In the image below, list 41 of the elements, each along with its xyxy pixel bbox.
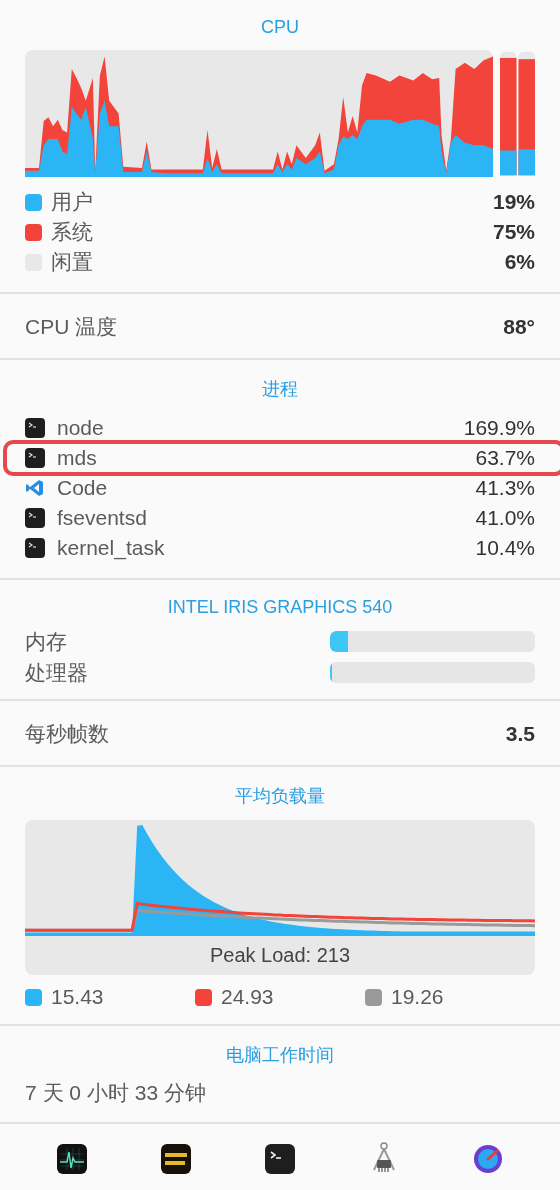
legend-label: 用户 [51, 189, 93, 215]
load-value: 24.93 [221, 985, 274, 1009]
process-name: kernel_task [57, 536, 165, 560]
legend-label: 系统 [51, 219, 93, 245]
process-cpu-value: 169.9% [463, 416, 535, 440]
process-name: Code [57, 476, 108, 500]
fps-label: 每秒帧数 [25, 721, 109, 747]
console-icon[interactable] [161, 1144, 191, 1174]
legend-value: 6% [504, 250, 535, 274]
section-title: 平均负载量 [234, 785, 326, 808]
code-editor-icon [25, 478, 45, 498]
process-name: mds [57, 446, 97, 470]
legend-value: 75% [492, 220, 535, 244]
process-cpu-value: 41.3% [475, 476, 535, 500]
terminal-icon [25, 508, 45, 528]
uptime-value: 7 天 0 小时 33 分钟 [25, 1080, 207, 1106]
terminal-icon[interactable] [265, 1144, 295, 1174]
terminal-icon [25, 538, 45, 558]
section-title: 进程 [261, 378, 299, 401]
legend-value: 19% [492, 190, 535, 214]
load-value: 15.43 [51, 985, 104, 1009]
process-name: fseventsd [57, 506, 147, 530]
load-value: 19.26 [391, 985, 444, 1009]
section-title: INTEL IRIS GRAPHICS 540 [166, 597, 394, 618]
section-title: 电脑工作时间 [225, 1044, 335, 1067]
temperature-label: CPU 温度 [25, 314, 118, 340]
temperature-value: 88° [503, 315, 535, 339]
terminal-icon [25, 448, 45, 468]
process-cpu-value: 41.0% [475, 506, 535, 530]
heartbeat-monitor-icon[interactable] [57, 1144, 87, 1174]
meter-label: 内存 [25, 628, 67, 655]
fps-value: 3.5 [505, 722, 535, 746]
peak-load-label: Peak Load: 213 [208, 943, 352, 968]
meter-label: 处理器 [25, 659, 88, 686]
process-name: node [57, 416, 104, 440]
gauge-icon[interactable] [473, 1144, 503, 1174]
process-cpu-value: 10.4% [475, 536, 535, 560]
process-cpu-value: 63.7% [475, 446, 535, 470]
legend-label: 闲置 [51, 249, 93, 275]
terminal-icon [25, 418, 45, 438]
section-title: CPU [260, 17, 300, 38]
